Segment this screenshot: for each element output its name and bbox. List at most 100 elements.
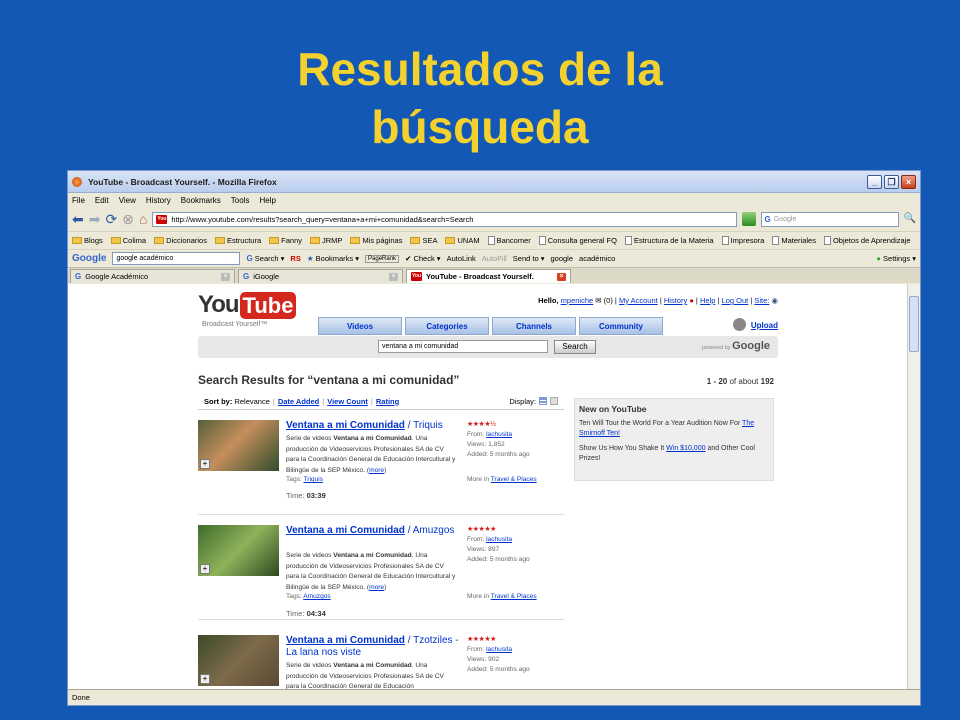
google-toolbar-google-button[interactable]: google — [551, 254, 574, 263]
bookmark-sea[interactable]: SEA — [410, 236, 437, 245]
menu-tools[interactable]: Tools — [231, 196, 250, 205]
history-link[interactable]: History — [664, 296, 687, 305]
bookmark-colima[interactable]: Colima — [110, 236, 146, 245]
sort-view-count[interactable]: View Count — [327, 397, 368, 406]
site-link[interactable]: Site: — [754, 296, 769, 305]
maximize-button[interactable]: ❐ — [884, 174, 899, 189]
nav-tab-community[interactable]: Community — [579, 317, 663, 335]
google-toolbar-sendto-button[interactable]: Send to ▾ — [513, 254, 545, 263]
forward-arrow-icon[interactable]: ➡ — [89, 212, 101, 226]
more-link[interactable]: more — [369, 467, 384, 474]
nav-tab-categories[interactable]: Categories — [405, 317, 489, 335]
tab-youtube[interactable]: You YouTube - Broadcast Yourself. × — [406, 269, 571, 283]
scrollbar-thumb[interactable] — [909, 296, 919, 352]
promo-item: Ten Will Tour the World For a Year Audit… — [579, 420, 755, 437]
video-thumbnail[interactable]: + — [198, 420, 279, 471]
my-account-link[interactable]: My Account — [619, 296, 658, 305]
more-link[interactable]: more — [369, 584, 384, 591]
menu-history[interactable]: History — [146, 196, 171, 205]
minimize-button[interactable]: _ — [867, 174, 882, 189]
folder-icon — [445, 237, 456, 244]
video-title[interactable]: Ventana a mi Comunidad / Amuzgos — [286, 525, 462, 537]
close-tab-icon[interactable]: × — [221, 272, 230, 281]
youtube-logo[interactable]: You Tube — [198, 290, 297, 320]
google-toolbar-search-input[interactable]: google académico — [112, 252, 241, 265]
vertical-scrollbar[interactable] — [907, 284, 920, 691]
google-toolbar-settings-button[interactable]: ● Settings ▾ — [876, 254, 916, 263]
folder-icon — [269, 237, 280, 244]
add-to-quicklist-icon[interactable]: + — [200, 564, 210, 574]
bookmark-bancomer[interactable]: Bancomer — [487, 236, 531, 245]
bookmark-estructura-materia[interactable]: Estructura de la Materia — [624, 236, 714, 245]
category-link[interactable]: Travel & Places — [491, 476, 537, 483]
youtube-search-button[interactable]: Search — [554, 340, 596, 354]
nav-tab-channels[interactable]: Channels — [492, 317, 576, 335]
bookmark-blogs[interactable]: Blogs — [72, 236, 103, 245]
menu-help[interactable]: Help — [259, 196, 275, 205]
home-icon[interactable]: ⌂ — [139, 212, 147, 226]
close-window-button[interactable]: × — [901, 174, 916, 189]
uploader-link[interactable]: lachusita — [486, 536, 512, 543]
close-tab-icon[interactable]: × — [389, 272, 398, 281]
username-link[interactable]: mpeniche — [561, 296, 594, 305]
list-view-icon[interactable] — [539, 397, 547, 405]
bookmark-objetos[interactable]: Objetos de Aprendizaje — [823, 236, 911, 245]
bookmark-mis-paginas[interactable]: Mis páginas — [350, 236, 402, 245]
back-arrow-icon[interactable]: ⬅ — [72, 212, 84, 226]
google-toolbar-bookmarks-button[interactable]: ★ Bookmarks ▾ — [307, 254, 359, 263]
tab-google-academico[interactable]: G Google Académico × — [70, 269, 235, 283]
bookmark-consulta[interactable]: Consulta general FQ — [538, 236, 617, 245]
mail-icon[interactable]: ✉ — [595, 296, 601, 305]
sort-date-added[interactable]: Date Added — [278, 397, 319, 406]
uploader-link[interactable]: lachusita — [486, 646, 512, 653]
youtube-search-input[interactable]: ventana a mi comunidad — [378, 340, 548, 353]
menu-file[interactable]: File — [72, 196, 85, 205]
google-toolbar-academico-button[interactable]: académico — [579, 254, 615, 263]
video-title[interactable]: Ventana a mi Comunidad / Tzotziles - La … — [286, 635, 462, 659]
google-toolbar-autofill-button[interactable]: AutoFill — [482, 254, 507, 263]
go-button[interactable] — [741, 212, 756, 226]
uploader-link[interactable]: lachusita — [486, 431, 512, 438]
url-bar[interactable]: You http://www.youtube.com/results?searc… — [152, 211, 737, 227]
tag-link[interactable]: Triquis — [303, 476, 323, 483]
sort-rating[interactable]: Rating — [376, 397, 399, 406]
add-to-quicklist-icon[interactable]: + — [200, 674, 210, 684]
video-thumbnail[interactable]: + — [198, 635, 279, 686]
search-go-icon[interactable]: 🔍 — [904, 212, 916, 226]
bookmark-fanny[interactable]: Fanny — [269, 236, 302, 245]
bookmark-unam[interactable]: UNAM — [445, 236, 480, 245]
nav-tab-videos[interactable]: Videos — [318, 317, 402, 335]
add-to-quicklist-icon[interactable]: + — [200, 459, 210, 469]
reload-icon[interactable]: ⟳ — [105, 212, 117, 226]
category-link[interactable]: Travel & Places — [491, 593, 537, 600]
page-icon — [538, 236, 546, 245]
bookmark-impresora[interactable]: Impresora — [721, 236, 764, 245]
menu-bookmarks[interactable]: Bookmarks — [181, 196, 221, 205]
close-tab-icon[interactable]: × — [557, 272, 566, 281]
menu-edit[interactable]: Edit — [95, 196, 109, 205]
bookmark-materiales[interactable]: Materiales — [772, 236, 816, 245]
browser-search-box[interactable]: G Google — [760, 211, 899, 227]
video-description: Serie de videos Ventana a mi Comunidad. … — [286, 662, 444, 690]
google-toolbar-search-button[interactable]: G Search ▾ — [246, 254, 284, 263]
google-toolbar-autolink-button[interactable]: AutoLink — [447, 254, 476, 263]
grid-view-icon[interactable] — [550, 397, 558, 405]
bookmark-jrmp[interactable]: JRMP — [310, 236, 342, 245]
video-title[interactable]: Ventana a mi Comunidad / Triquis — [286, 420, 462, 432]
logout-link[interactable]: Log Out — [722, 296, 749, 305]
promo-link-win[interactable]: Win $10,000 — [666, 445, 705, 452]
tab-igoogle[interactable]: G iGoogle × — [238, 269, 403, 283]
video-time: Time: 04:34 — [286, 609, 326, 618]
bookmark-estructura[interactable]: Estructura — [214, 236, 261, 245]
stop-icon[interactable]: ⊗ — [122, 212, 134, 226]
tag-link[interactable]: Amuzgos — [303, 593, 331, 600]
bookmark-diccionarios[interactable]: Diccionarios — [154, 236, 207, 245]
google-toolbar-check-button[interactable]: ✔ Check ▾ — [405, 254, 441, 263]
google-toolbar-rs-button[interactable]: RS — [290, 254, 300, 263]
help-link[interactable]: Help — [700, 296, 715, 305]
menu-view[interactable]: View — [119, 196, 136, 205]
upload-link[interactable]: Upload — [732, 318, 778, 331]
rating-stars: ★★★★★ — [467, 526, 496, 533]
google-toolbar-logo[interactable]: Google — [72, 253, 106, 264]
video-thumbnail[interactable]: + — [198, 525, 279, 576]
